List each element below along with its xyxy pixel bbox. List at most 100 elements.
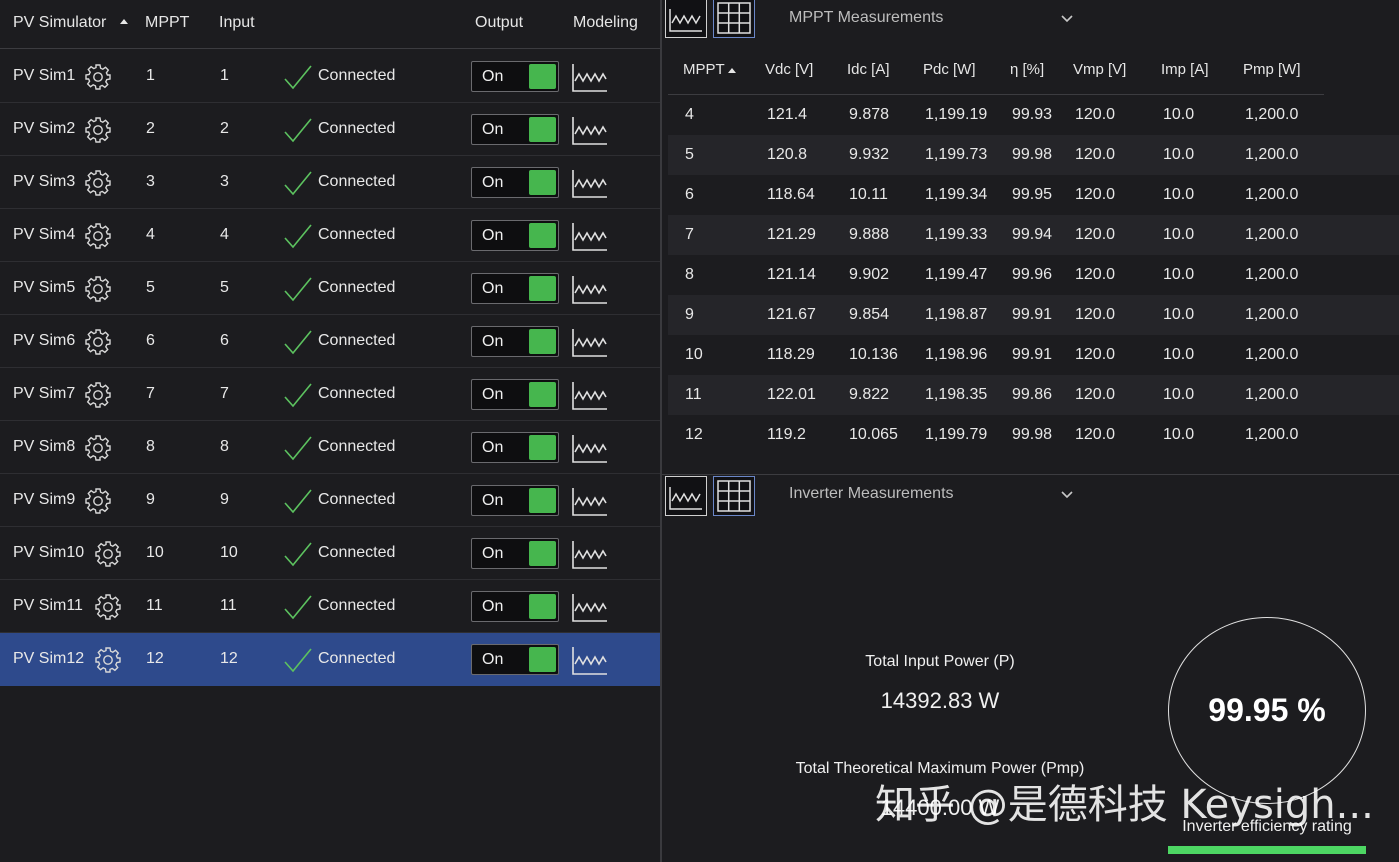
modeling-chart-icon[interactable] — [571, 113, 609, 147]
mppt-cell: 119.2 — [767, 426, 806, 443]
mppt-cell: 4 — [685, 106, 694, 123]
output-toggle[interactable]: On — [471, 61, 559, 92]
modeling-chart-icon[interactable] — [571, 166, 609, 200]
table-row[interactable]: PV Sim3 3 3 Connected On — [0, 156, 660, 209]
header-mppt[interactable]: MPPT — [145, 14, 189, 32]
gear-icon[interactable] — [94, 593, 122, 621]
output-toggle[interactable]: On — [471, 591, 559, 622]
header-output[interactable]: Output — [475, 14, 523, 32]
mppt-header-cell[interactable]: Vdc [V] — [765, 61, 813, 78]
header-input[interactable]: Input — [219, 14, 255, 32]
pv-sim-name: PV Sim5 — [13, 279, 76, 296]
check-icon — [283, 594, 313, 620]
header-pv-simulator[interactable]: PV Simulator — [13, 14, 129, 32]
modeling-chart-icon[interactable] — [571, 325, 609, 359]
chevron-down-icon[interactable] — [1060, 14, 1074, 24]
toggle-knob — [529, 435, 556, 460]
toggle-knob — [529, 117, 556, 142]
mppt-table-row[interactable]: 8 121.14 9.902 1,199.47 99.96 120.0 10.0 1,200.… — [668, 255, 1399, 295]
chart-view-icon[interactable] — [665, 476, 707, 516]
header-modeling[interactable]: Modeling — [573, 14, 638, 32]
connection-status: Connected — [318, 491, 396, 508]
modeling-chart-icon[interactable] — [571, 378, 609, 412]
table-row[interactable]: PV Sim12 12 12 Connected On — [0, 633, 660, 686]
gear-icon[interactable] — [84, 222, 112, 250]
check-icon — [283, 541, 313, 567]
table-row[interactable]: PV Sim1 1 1 Connected On — [0, 50, 660, 103]
modeling-chart-icon[interactable] — [571, 431, 609, 465]
gear-icon[interactable] — [84, 63, 112, 91]
connection-status: Connected — [318, 385, 396, 402]
output-toggle[interactable]: On — [471, 326, 559, 357]
modeling-chart-icon[interactable] — [571, 590, 609, 624]
output-toggle[interactable]: On — [471, 485, 559, 516]
toggle-knob — [529, 382, 556, 407]
output-toggle[interactable]: On — [471, 432, 559, 463]
pv-sim-name: PV Sim4 — [13, 226, 76, 243]
mppt-table-row[interactable]: 9 121.67 9.854 1,198.87 99.91 120.0 10.0 1,200.… — [668, 295, 1399, 335]
output-toggle[interactable]: On — [471, 379, 559, 410]
table-row[interactable]: PV Sim8 8 8 Connected On — [0, 421, 660, 474]
modeling-chart-icon[interactable] — [571, 537, 609, 571]
modeling-chart-icon[interactable] — [571, 60, 609, 94]
mppt-number: 8 — [146, 438, 155, 455]
toggle-knob — [529, 329, 556, 354]
gear-icon[interactable] — [84, 116, 112, 144]
mppt-cell: 9.822 — [849, 386, 890, 403]
gear-icon[interactable] — [84, 487, 112, 515]
mppt-header-cell[interactable]: Pmp [W] — [1243, 61, 1301, 78]
gear-icon[interactable] — [84, 434, 112, 462]
pv-sim-name: PV Sim11 — [13, 597, 83, 614]
gear-icon[interactable] — [84, 328, 112, 356]
gear-icon[interactable] — [94, 540, 122, 568]
mppt-cell: 10.0 — [1163, 226, 1195, 243]
mppt-header-cell[interactable]: MPPT — [683, 61, 725, 78]
table-row[interactable]: PV Sim7 7 7 Connected On — [0, 368, 660, 421]
mppt-header-cell[interactable]: Idc [A] — [847, 61, 890, 78]
table-row[interactable]: PV Sim6 6 6 Connected On — [0, 315, 660, 368]
mppt-table-row[interactable]: 10 118.29 10.136 1,198.96 99.91 120.0 10.0 1,20… — [668, 335, 1399, 375]
table-row[interactable]: PV Sim10 10 10 Connected On — [0, 527, 660, 580]
output-toggle[interactable]: On — [471, 644, 559, 675]
modeling-chart-icon[interactable] — [571, 643, 609, 677]
mppt-header-cell[interactable]: Imp [A] — [1161, 61, 1209, 78]
mppt-header-cell[interactable]: η [%] — [1010, 61, 1044, 78]
mppt-cell: 1,198.96 — [925, 346, 988, 363]
table-row[interactable]: PV Sim9 9 9 Connected On — [0, 474, 660, 527]
output-toggle[interactable]: On — [471, 220, 559, 251]
table-view-icon[interactable] — [713, 476, 755, 516]
mppt-cell: 120.8 — [767, 146, 808, 163]
pv-simulator-panel: PV Simulator MPPT Input Output Modeling … — [0, 0, 660, 862]
chevron-down-icon[interactable] — [1060, 490, 1074, 500]
table-view-icon[interactable] — [713, 0, 755, 38]
mppt-header-cell[interactable]: Pdc [W] — [923, 61, 976, 78]
table-row[interactable]: PV Sim11 11 11 Connected On — [0, 580, 660, 633]
mppt-header-cell[interactable]: Vmp [V] — [1073, 61, 1126, 78]
mppt-table-row[interactable]: 4 121.4 9.878 1,199.19 99.93 120.0 10.0 1,200.0 — [668, 95, 1399, 135]
output-toggle[interactable]: On — [471, 114, 559, 145]
gear-icon[interactable] — [84, 169, 112, 197]
mppt-cell: 9.902 — [849, 266, 890, 283]
input-number: 7 — [220, 385, 229, 402]
chart-view-icon[interactable] — [665, 0, 707, 38]
output-toggle[interactable]: On — [471, 273, 559, 304]
table-row[interactable]: PV Sim4 4 4 Connected On — [0, 209, 660, 262]
mppt-table-row[interactable]: 11 122.01 9.822 1,198.35 99.86 120.0 10.0 1,200… — [668, 375, 1399, 415]
connection-status: Connected — [318, 597, 396, 614]
gear-icon[interactable] — [84, 381, 112, 409]
mppt-table-row[interactable]: 7 121.29 9.888 1,199.33 99.94 120.0 10.0 1,200.… — [668, 215, 1399, 255]
gear-icon[interactable] — [94, 646, 122, 674]
modeling-chart-icon[interactable] — [571, 272, 609, 306]
gear-icon[interactable] — [84, 275, 112, 303]
mppt-number: 12 — [146, 650, 164, 667]
mppt-table-row[interactable]: 5 120.8 9.932 1,199.73 99.98 120.0 10.0 1,200.0 — [668, 135, 1399, 175]
modeling-chart-icon[interactable] — [571, 484, 609, 518]
mppt-table-row[interactable]: 6 118.64 10.11 1,199.34 99.95 120.0 10.0 1,200.… — [668, 175, 1399, 215]
check-icon — [283, 117, 313, 143]
table-row[interactable]: PV Sim5 5 5 Connected On — [0, 262, 660, 315]
output-toggle[interactable]: On — [471, 167, 559, 198]
output-toggle[interactable]: On — [471, 538, 559, 569]
table-row[interactable]: PV Sim2 2 2 Connected On — [0, 103, 660, 156]
mppt-table-row[interactable]: 12 119.2 10.065 1,199.79 99.98 120.0 10.0 1,200… — [668, 415, 1399, 455]
modeling-chart-icon[interactable] — [571, 219, 609, 253]
